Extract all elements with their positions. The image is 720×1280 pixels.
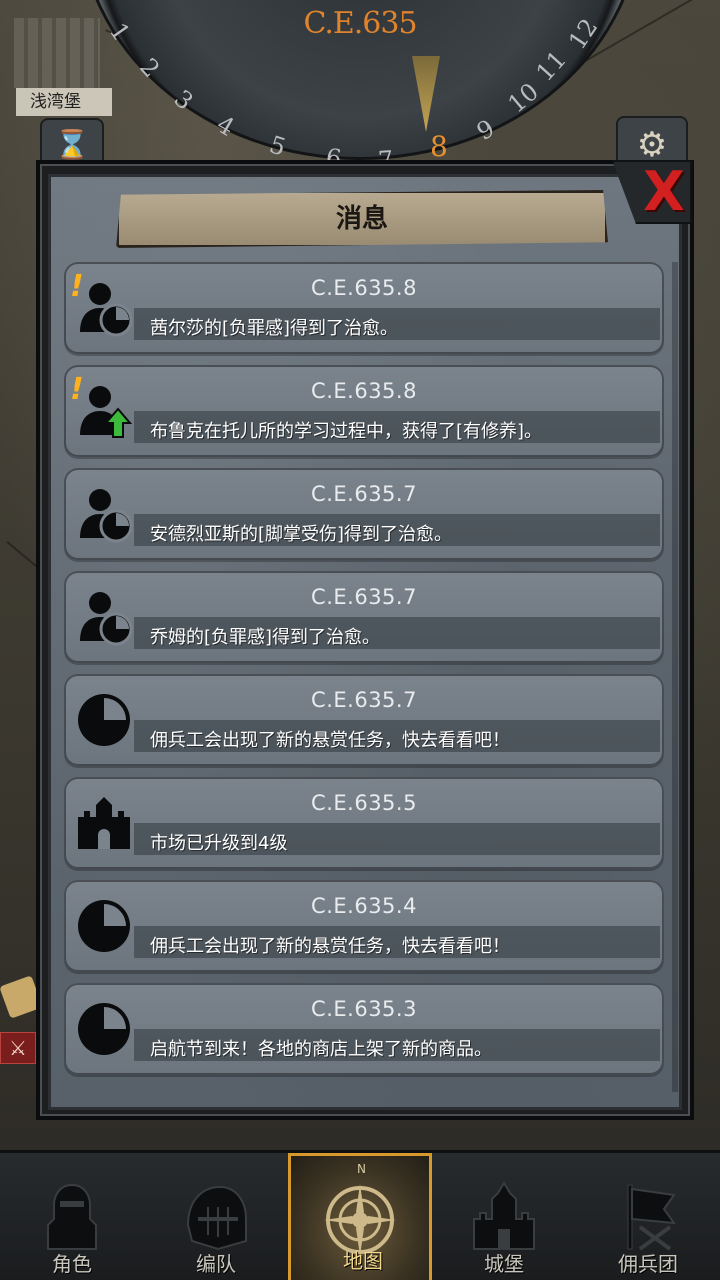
- message-date: C.E.635.5: [311, 791, 417, 815]
- message-text: 茜尔莎的[负罪感]得到了治愈。: [150, 318, 399, 339]
- list-item[interactable]: C.E.635.4 佣兵工会出现了新的悬赏任务，快去看看吧！: [64, 880, 664, 972]
- calendar-month: 1: [103, 17, 136, 47]
- message-text: 佣兵工会出现了新的悬赏任务，快去看看吧！: [150, 936, 510, 957]
- message-text: 佣兵工会出现了新的悬赏任务，快去看看吧！: [150, 730, 510, 751]
- message-date: C.E.635.8: [311, 276, 417, 300]
- helmet-icon: [186, 1185, 247, 1251]
- message-text: 布鲁克在托儿所的学习过程中，获得了[有修养]。: [150, 421, 543, 442]
- nav-label: 角色: [52, 1252, 92, 1276]
- list-item[interactable]: C.E.635.7 安德烈亚斯的[脚掌受伤]得到了治愈。: [64, 468, 664, 560]
- nav-item-map[interactable]: N 地图: [288, 1153, 432, 1280]
- bottom-nav: 角色 编队 N 地图 城堡 佣兵团: [0, 1150, 720, 1280]
- nav-label: 地图: [343, 1249, 383, 1273]
- crossed-swords-icon[interactable]: ⚔: [0, 1032, 36, 1064]
- calendar-month: 4: [212, 110, 240, 142]
- nav-item-character[interactable]: 角色: [0, 1153, 144, 1280]
- calendar-month: 11: [530, 45, 572, 87]
- calendar-month: 9: [472, 114, 500, 146]
- nav-item-castle[interactable]: 城堡: [432, 1153, 576, 1280]
- scrollbar[interactable]: [672, 262, 678, 1092]
- message-date: C.E.635.7: [311, 585, 417, 609]
- nav-label: 编队: [196, 1252, 236, 1276]
- compass-north-marker: N: [357, 1162, 366, 1176]
- dialog-title: 消息: [335, 204, 388, 234]
- calendar-month: 3: [168, 84, 199, 116]
- castle-icon: [473, 1181, 535, 1250]
- message-date: C.E.635.7: [311, 688, 417, 712]
- calendar-month: 12: [563, 13, 604, 55]
- calendar-month: 2: [134, 52, 166, 84]
- message-date: C.E.635.4: [311, 894, 417, 918]
- banner-icon: [627, 1184, 677, 1251]
- message-date: C.E.635.3: [311, 997, 417, 1021]
- message-text: 市场已升级到4级: [150, 833, 288, 854]
- message-date: C.E.635.7: [311, 482, 417, 506]
- message-date: C.E.635.8: [311, 379, 417, 403]
- calendar-month: 10: [502, 77, 544, 119]
- nav-label: 佣兵团: [618, 1252, 678, 1276]
- nav-item-mercenary[interactable]: 佣兵团: [576, 1153, 720, 1280]
- list-item[interactable]: C.E.635.3 启航节到来！各地的商店上架了新的商品。: [64, 983, 664, 1075]
- list-item[interactable]: ! C.E.635.8 布鲁克在托儿所的学习过程中，获得了[有修养]。: [64, 365, 664, 457]
- message-text: 启航节到来！各地的商店上架了新的商品。: [150, 1039, 492, 1060]
- current-month: 8: [430, 130, 448, 163]
- list-item[interactable]: ! C.E.635.8 茜尔莎的[负罪感]得到了治愈。: [64, 262, 664, 354]
- calendar-month: 5: [266, 130, 290, 162]
- list-item[interactable]: C.E.635.7 乔姆的[负罪感]得到了治愈。: [64, 571, 664, 663]
- message-text: 安德烈亚斯的[脚掌受伤]得到了治愈。: [150, 524, 453, 545]
- message-list[interactable]: ! C.E.635.8 茜尔莎的[负罪感]得到了治愈。! C.E.635.8 布鲁克在托…: [64, 262, 664, 1092]
- list-item[interactable]: C.E.635.7 佣兵工会出现了新的悬赏任务，快去看看吧！: [64, 674, 664, 766]
- list-item[interactable]: C.E.635.5 市场已升级到4级: [64, 777, 664, 869]
- nav-item-formation[interactable]: 编队: [144, 1153, 288, 1280]
- knight-icon: [47, 1183, 97, 1250]
- message-text: 乔姆的[负罪感]得到了治愈。: [150, 627, 381, 648]
- nav-label: 城堡: [484, 1252, 524, 1276]
- close-icon[interactable]: X: [636, 162, 692, 222]
- calendar-months: 1 2 3 4 5 6 7 9 10 11 12: [0, 0, 720, 175]
